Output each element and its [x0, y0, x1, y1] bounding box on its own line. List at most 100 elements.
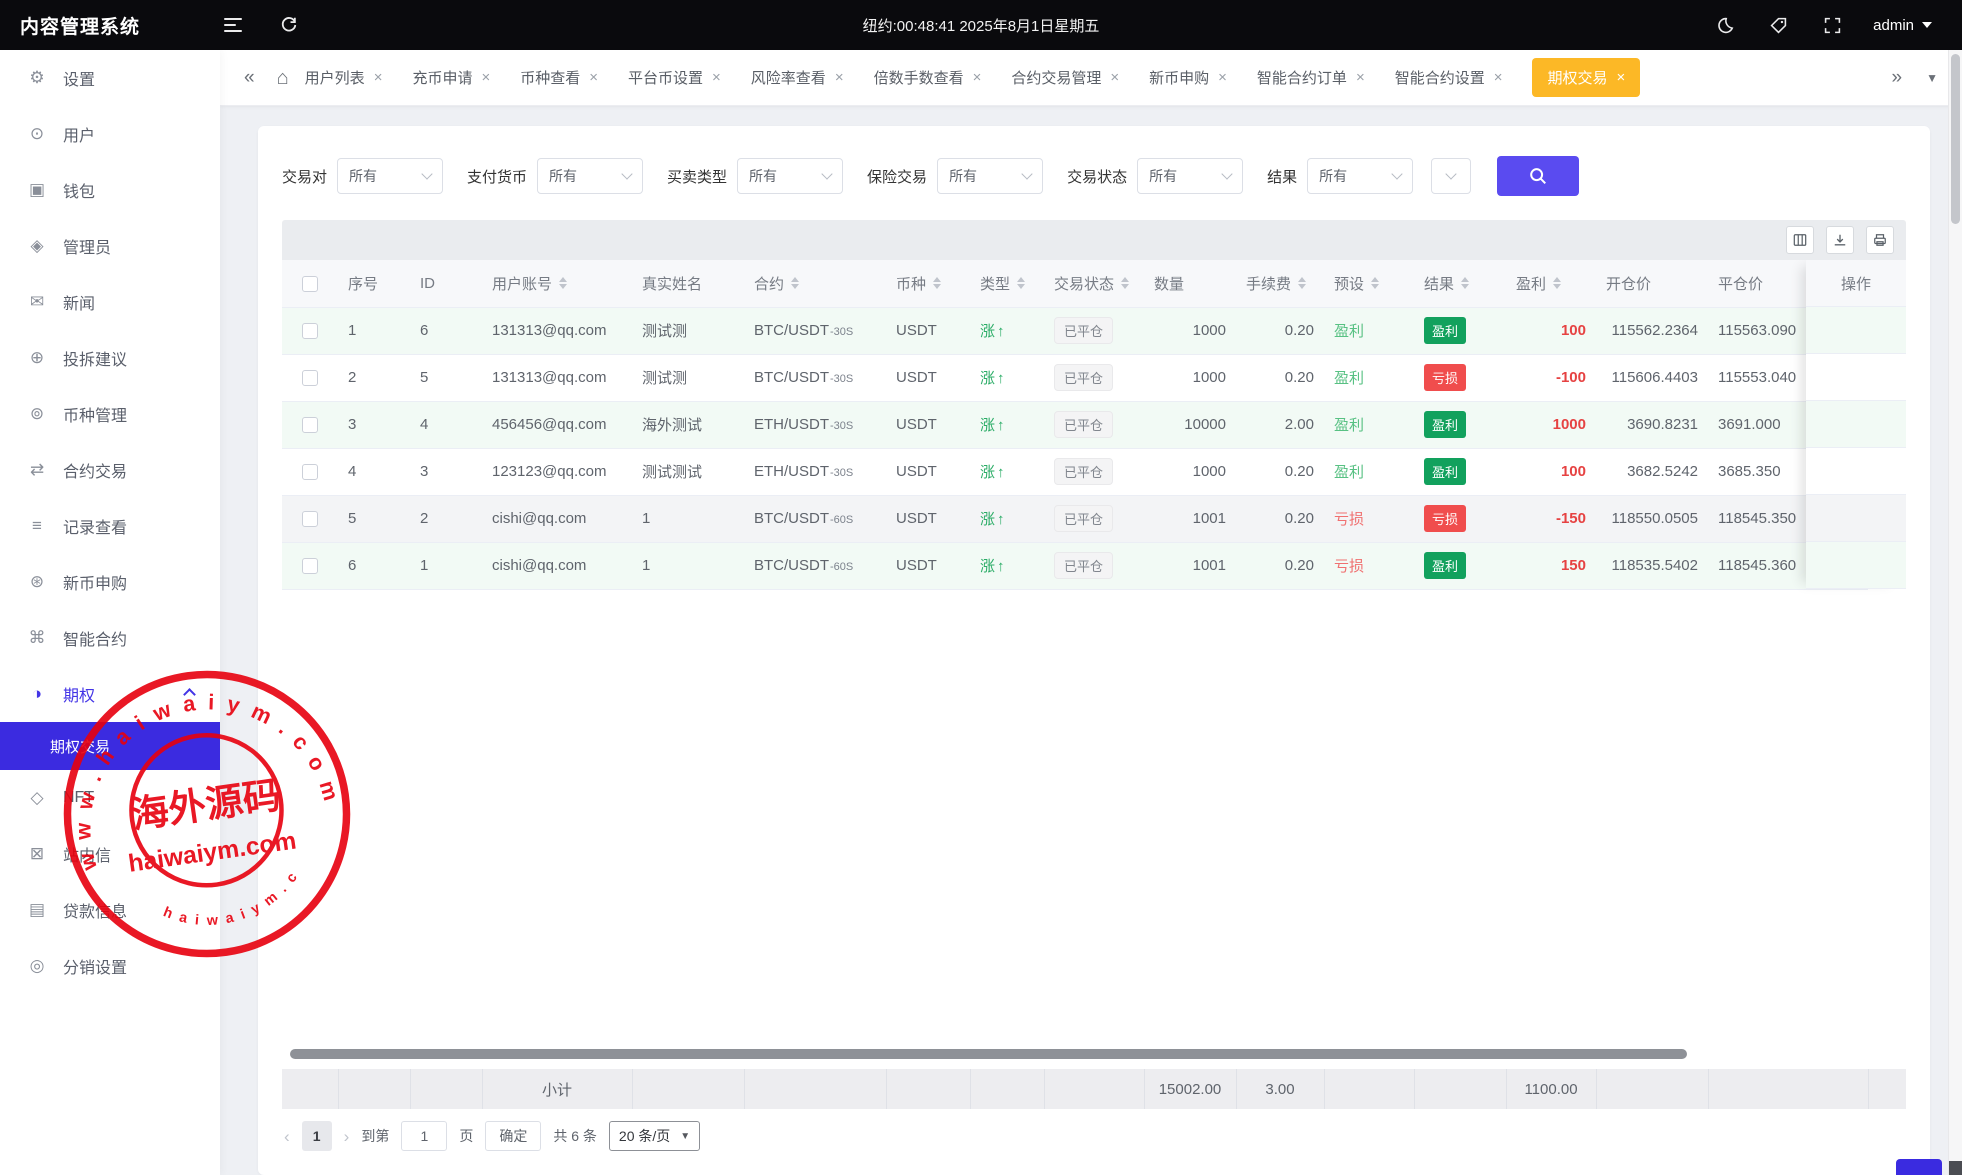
- confirm-page-button[interactable]: 确定: [485, 1121, 541, 1151]
- tab[interactable]: 智能合约设置 ×: [1395, 67, 1503, 88]
- column-header[interactable]: 预设: [1324, 260, 1414, 307]
- expand-filters-button[interactable]: [1431, 158, 1471, 194]
- column-header[interactable]: 合约: [744, 260, 886, 307]
- page-size-select[interactable]: 20 条/页 ▼: [609, 1121, 700, 1151]
- tabs-scroll-left-icon[interactable]: «: [244, 68, 255, 87]
- sort-icon[interactable]: [1553, 277, 1561, 289]
- sidebar-item[interactable]: 期权交易: [0, 722, 220, 770]
- export-button[interactable]: [1826, 226, 1854, 254]
- select-all-checkbox[interactable]: [302, 276, 318, 292]
- sidebar-item[interactable]: ⚙ 设置: [0, 50, 220, 106]
- filter-select[interactable]: 所有: [737, 158, 843, 194]
- filter-select[interactable]: 所有: [1137, 158, 1243, 194]
- table-row[interactable]: 3 4 456456@qq.com 海外测试 ETH/USDT-30S USDT…: [282, 401, 1868, 448]
- sort-icon[interactable]: [1461, 277, 1469, 289]
- sidebar-item[interactable]: ◎ 分销设置: [0, 938, 220, 994]
- tab[interactable]: 币种查看 ×: [520, 67, 598, 88]
- sidebar-item[interactable]: ⊕ 投拆建议: [0, 330, 220, 386]
- close-tab-icon[interactable]: ×: [1356, 70, 1365, 85]
- tabs-menu-icon[interactable]: ▼: [1926, 71, 1938, 85]
- tab[interactable]: 平台币设置 ×: [628, 67, 721, 88]
- search-button[interactable]: [1497, 156, 1579, 196]
- next-page-icon[interactable]: ›: [344, 1128, 350, 1145]
- table-row[interactable]: 6 1 cishi@qq.com 1 BTC/USDT-60S USDT 涨↑ …: [282, 542, 1868, 589]
- scrollbar-thumb[interactable]: [1951, 54, 1960, 224]
- close-tab-icon[interactable]: ×: [589, 70, 598, 85]
- tab[interactable]: 风险率查看 ×: [751, 67, 844, 88]
- tab[interactable]: 新币申购 ×: [1149, 67, 1227, 88]
- close-tab-icon[interactable]: ×: [374, 70, 383, 85]
- column-header[interactable]: 数量: [1144, 260, 1236, 307]
- print-button[interactable]: [1866, 226, 1894, 254]
- sidebar-item[interactable]: ⊚ 币种管理: [0, 386, 220, 442]
- close-tab-icon[interactable]: ×: [712, 70, 721, 85]
- scrollbar-thumb[interactable]: [290, 1049, 1687, 1059]
- back-to-top-button[interactable]: [1896, 1159, 1942, 1175]
- prev-page-icon[interactable]: ‹: [284, 1128, 290, 1145]
- sidebar-item[interactable]: ⊛ 新币申购: [0, 554, 220, 610]
- close-tab-icon[interactable]: ×: [1494, 70, 1503, 85]
- close-tab-icon[interactable]: ×: [1218, 70, 1227, 85]
- refresh-icon[interactable]: [276, 12, 302, 38]
- column-header[interactable]: 交易状态: [1044, 260, 1144, 307]
- column-header[interactable]: ID: [410, 260, 482, 307]
- column-header[interactable]: 手续费: [1236, 260, 1324, 307]
- row-checkbox[interactable]: [302, 370, 318, 386]
- filter-select[interactable]: 所有: [337, 158, 443, 194]
- tab[interactable]: 倍数手数查看 ×: [874, 67, 982, 88]
- close-tab-icon[interactable]: ×: [1110, 70, 1119, 85]
- close-tab-icon[interactable]: ×: [973, 70, 982, 85]
- sort-icon[interactable]: [559, 277, 567, 289]
- sort-icon[interactable]: [1017, 277, 1025, 289]
- column-header[interactable]: 结果: [1414, 260, 1506, 307]
- close-tab-icon[interactable]: ×: [481, 70, 490, 85]
- column-header[interactable]: 用户账号: [482, 260, 632, 307]
- sidebar-item[interactable]: ✉ 新闻: [0, 274, 220, 330]
- close-tab-icon[interactable]: ×: [1617, 70, 1626, 85]
- column-header[interactable]: 开仓价: [1596, 260, 1708, 307]
- column-settings-button[interactable]: [1786, 226, 1814, 254]
- filter-select[interactable]: 所有: [937, 158, 1043, 194]
- sort-icon[interactable]: [1371, 277, 1379, 289]
- tab[interactable]: 用户列表 ×: [305, 67, 383, 88]
- table-row[interactable]: 4 3 123123@qq.com 测试测试 ETH/USDT-30S USDT…: [282, 448, 1868, 495]
- vertical-scrollbar[interactable]: [1948, 50, 1962, 1175]
- sort-icon[interactable]: [1121, 277, 1129, 289]
- sidebar-item[interactable]: ◑ 期权: [0, 666, 220, 722]
- sidebar-item[interactable]: ⌘ 智能合约: [0, 610, 220, 666]
- column-header[interactable]: 币种: [886, 260, 970, 307]
- tab[interactable]: 充币申请 ×: [412, 67, 490, 88]
- sort-icon[interactable]: [1298, 277, 1306, 289]
- table-row[interactable]: 5 2 cishi@qq.com 1 BTC/USDT-60S USDT 涨↑ …: [282, 495, 1868, 542]
- tag-icon[interactable]: [1765, 12, 1791, 38]
- sidebar-item[interactable]: ≡ 记录查看: [0, 498, 220, 554]
- row-checkbox[interactable]: [302, 558, 318, 574]
- theme-icon[interactable]: [1711, 12, 1737, 38]
- home-icon[interactable]: ⌂: [277, 68, 289, 88]
- column-header[interactable]: 真实姓名: [632, 260, 744, 307]
- tab[interactable]: 智能合约订单 ×: [1257, 67, 1365, 88]
- sidebar-item[interactable]: ◈ 管理员: [0, 218, 220, 274]
- sort-icon[interactable]: [933, 277, 941, 289]
- collapse-sidebar-icon[interactable]: [220, 12, 246, 38]
- user-menu[interactable]: admin: [1873, 17, 1932, 34]
- table-row[interactable]: 2 5 131313@qq.com 测试测 BTC/USDT-30S USDT …: [282, 354, 1868, 401]
- column-header[interactable]: 盈利: [1506, 260, 1596, 307]
- tab[interactable]: 期权交易 ×: [1532, 58, 1640, 97]
- sidebar-item[interactable]: ▣ 钱包: [0, 162, 220, 218]
- row-checkbox[interactable]: [302, 417, 318, 433]
- horizontal-scrollbar[interactable]: [282, 1047, 1906, 1061]
- tab[interactable]: 合约交易管理 ×: [1011, 67, 1119, 88]
- sidebar-item[interactable]: ⊙ 用户: [0, 106, 220, 162]
- column-header[interactable]: 序号: [338, 260, 410, 307]
- sort-icon[interactable]: [791, 277, 799, 289]
- sidebar-item[interactable]: ◇ NFT: [0, 770, 220, 826]
- column-header[interactable]: 类型: [970, 260, 1044, 307]
- filter-select[interactable]: 所有: [537, 158, 643, 194]
- goto-page-input[interactable]: [401, 1121, 447, 1151]
- row-checkbox[interactable]: [302, 511, 318, 527]
- fullscreen-icon[interactable]: [1819, 12, 1845, 38]
- table-row[interactable]: 1 6 131313@qq.com 测试测 BTC/USDT-30S USDT …: [282, 307, 1868, 354]
- row-checkbox[interactable]: [302, 464, 318, 480]
- tabs-scroll-right-icon[interactable]: »: [1892, 68, 1903, 87]
